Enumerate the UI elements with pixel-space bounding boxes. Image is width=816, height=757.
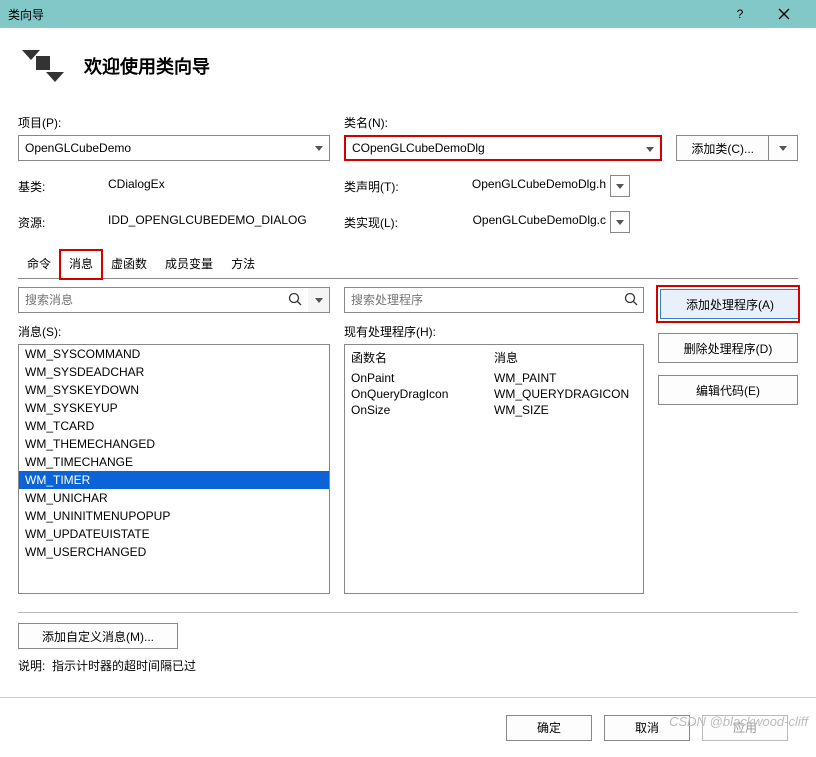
delete-handler-button[interactable]: 删除处理程序(D) xyxy=(658,333,798,363)
search-icon xyxy=(624,292,638,309)
list-item[interactable]: WM_USERCHANGED xyxy=(19,543,329,561)
list-item[interactable]: WM_SYSDEADCHAR xyxy=(19,363,329,381)
close-button[interactable] xyxy=(760,0,808,28)
add-class-button[interactable]: 添加类(C)... xyxy=(676,135,769,161)
resource-label: 资源: xyxy=(18,214,108,231)
list-item[interactable]: WM_UNINITMENUPOPUP xyxy=(19,507,329,525)
ok-button[interactable]: 确定 xyxy=(506,715,592,741)
handler-row[interactable]: OnSizeWM_SIZE xyxy=(345,402,643,418)
classdecl-dropdown[interactable] xyxy=(610,175,630,197)
tab-成员变量[interactable]: 成员变量 xyxy=(156,250,222,279)
classname-label: 类名(N): xyxy=(344,114,662,131)
tab-虚函数[interactable]: 虚函数 xyxy=(102,250,156,279)
classname-select[interactable]: COpenGLCubeDemoDlg xyxy=(344,135,662,161)
list-item[interactable]: WM_UPDATEUISTATE xyxy=(19,525,329,543)
project-label: 项目(P): xyxy=(18,114,330,131)
tab-strip: 命令消息虚函数成员变量方法 xyxy=(18,249,798,278)
window-title: 类向导 xyxy=(8,6,720,23)
help-button[interactable]: ? xyxy=(720,0,760,28)
search-messages-input[interactable] xyxy=(18,287,330,313)
resource-value: IDD_OPENGLCUBEDEMO_DIALOG xyxy=(108,211,330,233)
project-select[interactable]: OpenGLCubeDemo xyxy=(18,135,330,161)
list-item[interactable]: WM_SYSKEYUP xyxy=(19,399,329,417)
classname-value: COpenGLCubeDemoDlg xyxy=(352,141,485,155)
list-item[interactable]: WM_TCARD xyxy=(19,417,329,435)
add-custom-message-button[interactable]: 添加自定义消息(M)... xyxy=(18,623,178,649)
handlers-col-func: 函数名 xyxy=(351,349,494,366)
list-item[interactable]: WM_UNICHAR xyxy=(19,489,329,507)
description-row: 说明: 指示计时器的超时间隔已过 xyxy=(18,657,798,674)
list-item[interactable]: WM_SYSKEYDOWN xyxy=(19,381,329,399)
handlers-listbox[interactable]: 函数名 消息 OnPaintWM_PAINTOnQueryDragIconWM_… xyxy=(344,344,644,594)
list-item[interactable]: WM_TIMECHANGE xyxy=(19,453,329,471)
classimpl-dropdown[interactable] xyxy=(610,211,630,233)
list-item[interactable]: WM_THEMECHANGED xyxy=(19,435,329,453)
tab-消息[interactable]: 消息 xyxy=(60,250,102,279)
list-item[interactable]: WM_TIMER xyxy=(19,471,329,489)
handlers-list-label: 现有处理程序(H): xyxy=(344,323,644,340)
close-icon xyxy=(778,8,790,20)
list-item[interactable]: WM_SYSCOMMAND xyxy=(19,345,329,363)
classdecl-value: OpenGLCubeDemoDlg.h xyxy=(438,175,606,197)
messages-list-label: 消息(S): xyxy=(18,323,330,340)
add-handler-button[interactable]: 添加处理程序(A) xyxy=(660,289,800,319)
tab-命令[interactable]: 命令 xyxy=(18,250,60,279)
search-icon xyxy=(288,292,302,309)
tab-方法[interactable]: 方法 xyxy=(222,250,264,279)
handler-row[interactable]: OnPaintWM_PAINT xyxy=(345,370,643,386)
search-handlers-input[interactable] xyxy=(344,287,644,313)
watermark: CSDN @blackwood-cliff xyxy=(669,714,808,729)
edit-code-button[interactable]: 编辑代码(E) xyxy=(658,375,798,405)
welcome-title: 欢迎使用类向导 xyxy=(84,53,210,79)
classimpl-label: 类实现(L): xyxy=(344,214,434,231)
project-value: OpenGLCubeDemo xyxy=(25,141,131,155)
add-class-dropdown[interactable] xyxy=(769,135,798,161)
messages-listbox[interactable]: WM_SYSCOMMANDWM_SYSDEADCHARWM_SYSKEYDOWN… xyxy=(18,344,330,594)
baseclass-label: 基类: xyxy=(18,178,108,195)
handler-row[interactable]: OnQueryDragIconWM_QUERYDRAGICON xyxy=(345,386,643,402)
header: 欢迎使用类向导 xyxy=(18,42,798,90)
handlers-col-msg: 消息 xyxy=(494,349,637,366)
search-messages-dropdown[interactable] xyxy=(308,287,330,313)
titlebar: 类向导 ? xyxy=(0,0,816,28)
description-text: 指示计时器的超时间隔已过 xyxy=(52,659,196,673)
baseclass-value: CDialogEx xyxy=(108,175,330,197)
wizard-logo-icon xyxy=(18,42,66,90)
classdecl-label: 类声明(T): xyxy=(344,178,434,195)
classimpl-value: OpenGLCubeDemoDlg.c xyxy=(438,211,606,233)
